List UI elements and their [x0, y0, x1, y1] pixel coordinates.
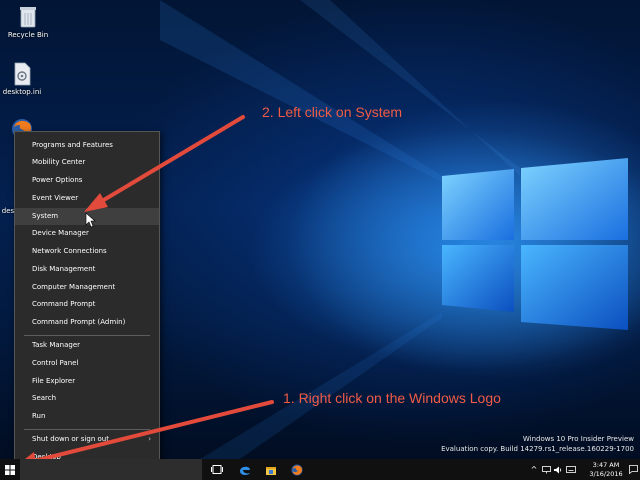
menu-item-disk-management[interactable]: Disk Management — [15, 261, 159, 278]
menu-item-run[interactable]: Run — [15, 408, 159, 425]
annotation-step-2: 2. Left click on System — [262, 104, 403, 120]
menu-separator — [24, 429, 150, 430]
recycle-bin-icon — [20, 7, 36, 28]
menu-item-mobility-center[interactable]: Mobility Center — [15, 154, 159, 171]
volume-button[interactable] — [552, 459, 564, 480]
action-center-button[interactable] — [626, 459, 640, 480]
menu-item-task-manager[interactable]: Task Manager — [15, 337, 159, 354]
network-icon — [541, 465, 551, 473]
menu-item-file-explorer[interactable]: File Explorer — [15, 373, 159, 390]
menu-item-command-prompt[interactable]: Command Prompt — [15, 296, 159, 313]
file-explorer-button[interactable] — [284, 459, 310, 480]
start-button[interactable] — [0, 459, 20, 480]
input-method-button[interactable] — [564, 459, 578, 480]
clock-time: 3:47 AM — [592, 461, 620, 469]
desktop-icon-desktop-ini[interactable]: desktop.ini — [0, 62, 46, 96]
store-icon — [266, 466, 276, 475]
chevron-up-icon: ^ — [530, 465, 538, 474]
winx-context-menu: Programs and Features Mobility Center Po… — [14, 131, 160, 469]
menu-item-power-options[interactable]: Power Options — [15, 172, 159, 189]
chevron-right-icon: › — [148, 435, 151, 443]
menu-item-network-connections[interactable]: Network Connections — [15, 243, 159, 260]
taskbar: ^ 3:47 AM 3/16/2016 — [0, 459, 640, 480]
desktop-icon-recycle-bin[interactable]: Recycle Bin — [4, 5, 52, 39]
annotation-step-1: 1. Right click on the Windows Logo — [283, 390, 501, 406]
menu-item-programs-and-features[interactable]: Programs and Features — [15, 137, 159, 154]
edge-icon — [240, 466, 250, 475]
menu-separator — [24, 335, 150, 336]
watermark-build: Evaluation copy. Build 14279.rs1_release… — [441, 445, 634, 453]
menu-item-search[interactable]: Search — [15, 390, 159, 407]
menu-item-shut-down-or-sign-out[interactable]: Shut down or sign out › — [15, 431, 159, 448]
store-button[interactable] — [258, 459, 284, 480]
menu-item-system[interactable]: System — [15, 208, 159, 225]
taskbar-search-box[interactable] — [20, 459, 202, 480]
settings-file-icon — [14, 62, 31, 86]
windows-logo-icon — [5, 464, 15, 475]
desktop-icon-label: Recycle Bin — [7, 31, 49, 39]
menu-item-device-manager[interactable]: Device Manager — [15, 225, 159, 242]
watermark-edition: Windows 10 Pro Insider Preview — [522, 435, 634, 443]
clock-date: 3/16/2016 — [589, 469, 623, 478]
menu-item-label: Shut down or sign out — [32, 435, 109, 443]
menu-item-computer-management[interactable]: Computer Management — [15, 279, 159, 296]
keyboard-icon — [566, 466, 576, 473]
edge-button[interactable] — [232, 459, 258, 480]
firefox-icon — [291, 464, 303, 475]
network-button[interactable] — [540, 459, 552, 480]
desktop-icon-label: desktop.ini — [2, 88, 42, 96]
tray-overflow-button[interactable]: ^ — [528, 459, 540, 480]
menu-item-event-viewer[interactable]: Event Viewer — [15, 190, 159, 207]
task-view-icon — [211, 465, 223, 474]
notification-icon — [628, 465, 638, 474]
menu-item-control-panel[interactable]: Control Panel — [15, 355, 159, 372]
windows-evaluation-watermark: Windows 10 Pro Insider Preview Evaluatio… — [441, 434, 634, 454]
speaker-icon — [553, 466, 561, 473]
taskbar-clock[interactable]: 3:47 AM 3/16/2016 — [586, 461, 626, 478]
menu-item-command-prompt-admin[interactable]: Command Prompt (Admin) — [15, 314, 159, 331]
task-view-button[interactable] — [204, 459, 230, 480]
